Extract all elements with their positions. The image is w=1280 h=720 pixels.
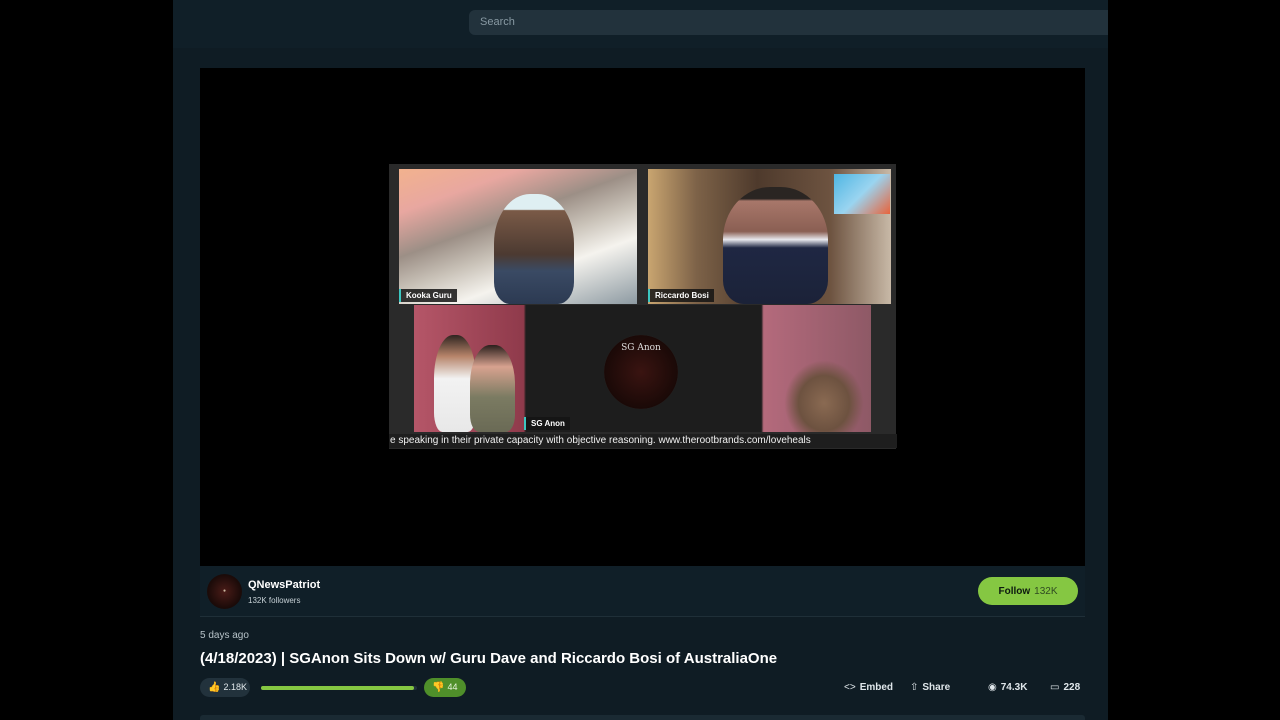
person-figure xyxy=(723,187,828,304)
participant-tile-sg-anon: SG Anon SG Anon xyxy=(414,305,871,432)
participant-label: Riccardo Bosi xyxy=(648,289,714,302)
channel-avatar[interactable]: ● xyxy=(207,574,242,609)
sg-anon-logo: SG Anon xyxy=(604,335,678,409)
share-label: Share xyxy=(922,682,951,693)
follow-button[interactable]: Follow 132K xyxy=(978,577,1078,605)
follow-label: Follow xyxy=(998,586,1031,597)
like-button[interactable]: 👍 2.18K xyxy=(200,678,250,697)
eye-icon: ◉ xyxy=(988,682,997,693)
follow-count: 132K xyxy=(1034,586,1058,597)
channel-followers: 132K followers xyxy=(248,596,301,605)
dislike-count: 44 xyxy=(447,682,458,692)
view-count-value: 74.3K xyxy=(1000,682,1028,693)
thumbs-up-icon: 👍 xyxy=(208,682,221,693)
post-date: 5 days ago xyxy=(200,630,249,641)
channel-name[interactable]: QNewsPatriot xyxy=(248,579,320,591)
share-button[interactable]: ⇧ Share xyxy=(910,678,950,697)
corner-graphic xyxy=(834,174,890,214)
participant-tile-kooka-guru: Kooka Guru xyxy=(399,169,637,304)
ticker-text: e speaking in their private capacity wit… xyxy=(389,434,897,448)
comment-count: 228 xyxy=(1063,682,1081,693)
video-player[interactable]: Kooka Guru Riccardo Bosi SG Anon SG Anon… xyxy=(200,68,1085,566)
dislike-button[interactable]: 👎 44 xyxy=(424,678,466,697)
page: Search Kooka Guru Riccardo Bosi SG Anon … xyxy=(173,0,1108,720)
person-figure xyxy=(494,194,574,304)
search-input[interactable]: Search xyxy=(469,10,1108,35)
top-bar: Search xyxy=(173,0,1108,48)
action-row: 👍 2.18K 👎 44 <> Embed ⇧ Share ◉ 74.3K ▭ 228 xyxy=(200,678,1085,698)
comment-icon: ▭ xyxy=(1050,682,1060,693)
like-ratio-fill xyxy=(261,686,414,690)
comments-button[interactable]: ▭ 228 xyxy=(1050,678,1080,697)
participant-label: Kooka Guru xyxy=(399,289,457,302)
like-count: 2.18K xyxy=(223,682,247,692)
embed-button[interactable]: <> Embed xyxy=(844,678,893,697)
thumbs-down-icon: 👎 xyxy=(432,682,445,693)
channel-bar: ● QNewsPatriot 132K followers Follow 132K xyxy=(200,566,1085,617)
bottom-strip xyxy=(200,715,1085,720)
video-title: (4/18/2023) | SGAnon Sits Down w/ Guru D… xyxy=(200,650,778,667)
participant-tile-riccardo-bosi: Riccardo Bosi xyxy=(648,169,891,304)
person-figure xyxy=(470,345,515,432)
code-icon: <> xyxy=(844,682,856,693)
kangaroo-image xyxy=(784,360,864,432)
share-icon: ⇧ xyxy=(910,682,919,693)
embed-label: Embed xyxy=(859,682,894,693)
view-count: ◉ 74.3K xyxy=(988,678,1027,697)
video-frame: Kooka Guru Riccardo Bosi SG Anon SG Anon… xyxy=(389,164,897,449)
like-ratio-bar xyxy=(261,686,417,690)
participant-label: SG Anon xyxy=(524,417,570,430)
